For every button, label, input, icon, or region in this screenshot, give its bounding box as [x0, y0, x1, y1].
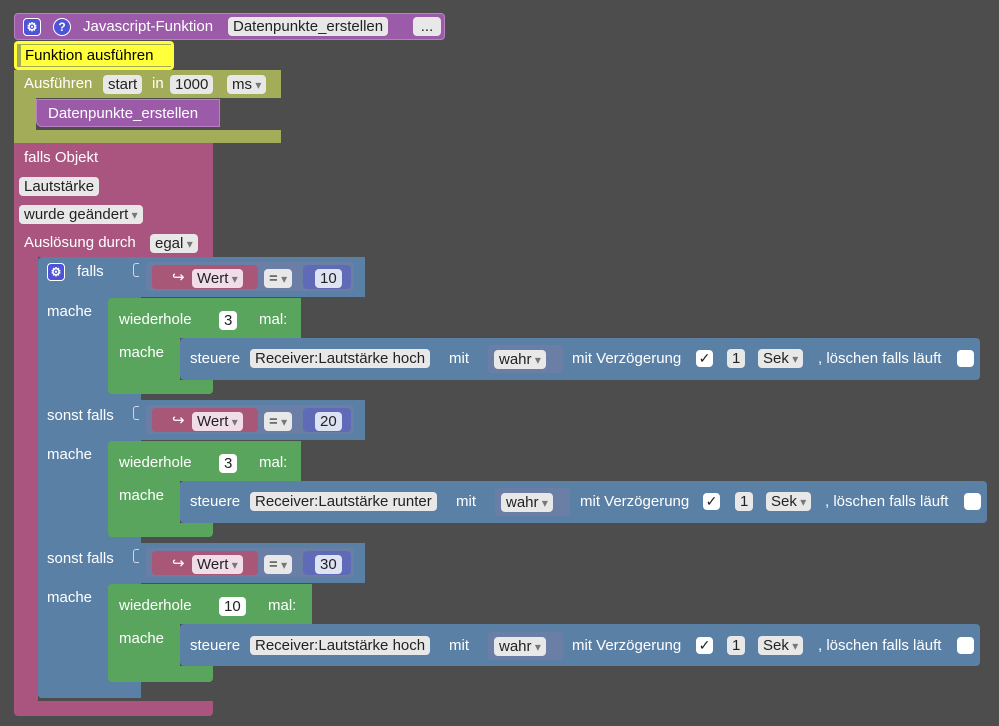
- compare-value-field[interactable]: 30: [315, 555, 342, 574]
- delay-checkbox[interactable]: ✓: [703, 493, 720, 510]
- function-title: Javascript-Funktion: [83, 18, 214, 35]
- delay-value-field[interactable]: 1: [735, 492, 754, 511]
- control-delay-label: mit Verzögerung: [580, 493, 690, 510]
- repeat-footer: [108, 380, 213, 394]
- if-label: falls: [77, 263, 104, 280]
- operator-dropdown[interactable]: =: [264, 412, 293, 431]
- variable-dropdown[interactable]: Wert: [192, 412, 243, 431]
- trigger-label: falls Objekt: [24, 149, 99, 166]
- control-delay-label: mit Verzögerung: [572, 350, 682, 367]
- elseif-label: sonst falls: [47, 550, 114, 567]
- execute-function-block[interactable]: Funktion ausführen: [14, 41, 174, 70]
- control-delay-label: mit Verzögerung: [572, 637, 682, 654]
- clear-label: , löschen falls läuft: [825, 493, 949, 510]
- clear-checkbox[interactable]: [957, 637, 974, 654]
- more-button[interactable]: ...: [413, 17, 441, 36]
- repeat-do-label: mache: [119, 344, 165, 361]
- repeat-do-label: mache: [119, 487, 165, 504]
- gear-icon[interactable]: ⚙: [23, 18, 41, 36]
- input-socket: [133, 263, 139, 277]
- repeat-label: wiederhole: [119, 454, 192, 471]
- control-with-label: mit: [449, 350, 469, 367]
- timer-footer: [14, 130, 281, 143]
- delay-value-field[interactable]: 1: [727, 349, 746, 368]
- call-function-label: Datenpunkte_erstellen: [48, 105, 199, 122]
- delay-checkbox[interactable]: ✓: [696, 350, 713, 367]
- delay-unit-dropdown[interactable]: Sek: [758, 636, 804, 655]
- repeat-label: wiederhole: [119, 597, 192, 614]
- trigger-by-label: Auslösung durch: [24, 234, 136, 251]
- input-socket: [133, 549, 139, 563]
- operator-dropdown[interactable]: =: [264, 555, 293, 574]
- question-icon[interactable]: ?: [53, 18, 71, 36]
- repeat-times-label: mal:: [268, 597, 297, 614]
- do-label: mache: [47, 589, 93, 606]
- repeat-footer: [108, 523, 213, 537]
- timer-delay-field[interactable]: 1000: [170, 75, 214, 94]
- trigger-value-dropdown[interactable]: egal: [150, 234, 198, 253]
- trigger-footer: [14, 701, 213, 716]
- compare-value-field[interactable]: 10: [315, 269, 342, 288]
- delay-unit-dropdown[interactable]: Sek: [758, 349, 804, 368]
- clear-label: , löschen falls läuft: [818, 350, 942, 367]
- control-value-dropdown[interactable]: wahr: [501, 493, 553, 512]
- delay-checkbox[interactable]: ✓: [696, 637, 713, 654]
- do-label: mache: [47, 303, 93, 320]
- timer-unit-dropdown[interactable]: ms: [227, 75, 267, 94]
- control-value-dropdown[interactable]: wahr: [494, 350, 546, 369]
- repeat-footer: [108, 666, 213, 682]
- timer-mode-field[interactable]: start: [103, 75, 143, 94]
- function-name-field[interactable]: Datenpunkte_erstellen: [228, 17, 389, 36]
- repeat-do-label: mache: [119, 630, 165, 647]
- control-target-field[interactable]: Receiver:Lautstärke runter: [250, 492, 437, 511]
- timer-label: Ausführen: [24, 75, 93, 92]
- repeat-times-label: mal:: [259, 311, 288, 328]
- arrow-icon: ↪: [172, 412, 185, 429]
- repeat-count-field[interactable]: 10: [219, 597, 246, 616]
- if-block-footer: [38, 682, 141, 698]
- do-label: mache: [47, 446, 93, 463]
- clear-checkbox[interactable]: [964, 493, 981, 510]
- clear-checkbox[interactable]: [957, 350, 974, 367]
- input-socket: [133, 406, 139, 420]
- trigger-object-field[interactable]: Lautstärke: [19, 177, 100, 196]
- timer-body-left: [14, 98, 36, 130]
- function-definition-block[interactable]: ⚙ ? Javascript-Funktion Datenpunkte_erst…: [14, 13, 445, 40]
- control-label: steuere: [190, 493, 241, 510]
- call-function-block[interactable]: Datenpunkte_erstellen: [36, 99, 220, 127]
- control-with-label: mit: [449, 637, 469, 654]
- control-target-field[interactable]: Receiver:Lautstärke hoch: [250, 636, 431, 655]
- arrow-icon: ↪: [172, 555, 185, 572]
- trigger-condition-dropdown[interactable]: wurde geändert: [19, 205, 143, 224]
- control-value-dropdown[interactable]: wahr: [494, 637, 546, 656]
- clear-label: , löschen falls läuft: [818, 637, 942, 654]
- operator-dropdown[interactable]: =: [264, 269, 293, 288]
- repeat-times-label: mal:: [259, 454, 288, 471]
- timer-in-label: in: [152, 75, 164, 92]
- compare-value-field[interactable]: 20: [315, 412, 342, 431]
- control-label: steuere: [190, 637, 241, 654]
- control-target-field[interactable]: Receiver:Lautstärke hoch: [250, 349, 431, 368]
- repeat-count-field[interactable]: 3: [219, 454, 238, 473]
- elseif-label: sonst falls: [47, 407, 114, 424]
- variable-dropdown[interactable]: Wert: [192, 269, 243, 288]
- repeat-label: wiederhole: [119, 311, 192, 328]
- execute-function-label: Funktion ausführen: [21, 45, 173, 66]
- arrow-icon: ↪: [172, 269, 185, 286]
- control-with-label: mit: [456, 493, 476, 510]
- gear-icon[interactable]: ⚙: [47, 263, 65, 281]
- control-label: steuere: [190, 350, 241, 367]
- delay-value-field[interactable]: 1: [727, 636, 746, 655]
- delay-unit-dropdown[interactable]: Sek: [766, 492, 812, 511]
- variable-dropdown[interactable]: Wert: [192, 555, 243, 574]
- repeat-count-field[interactable]: 3: [219, 311, 238, 330]
- trigger-body-left: [14, 257, 38, 702]
